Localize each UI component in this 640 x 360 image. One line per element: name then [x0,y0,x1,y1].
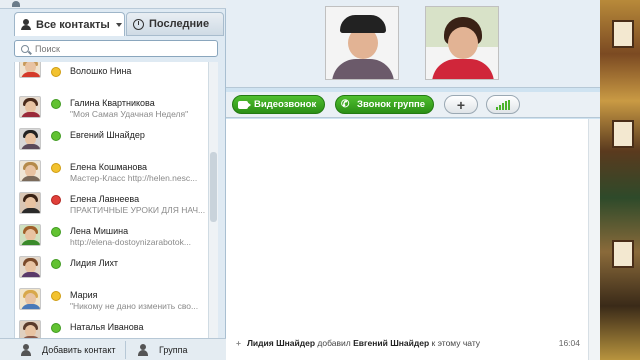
contact-name: Лена Мишина [70,226,129,236]
call-toolbar: Видеозвонок ✆ Звонок группе + [226,92,600,118]
status-away-icon [51,67,61,77]
message-action: добавил [317,338,351,348]
group-icon [137,344,151,356]
tab-recent-label: Последние [149,18,210,30]
message-time: 16:04 [558,338,580,348]
plus-icon: + [456,96,466,113]
contact-name: Евгений Шнайдер [70,130,145,140]
desktop-background [600,0,640,360]
contact-tabs: Все контакты Последние [14,12,224,36]
add-contact-label: Добавить контакт [42,345,116,355]
list-item[interactable]: Лена Мишина http://elena-dostoynizarabot… [15,222,208,254]
avatar [19,192,41,214]
clock-icon [133,18,144,30]
chat-history [226,119,600,360]
scrollbar-thumb[interactable] [210,152,217,222]
status-away-icon [51,291,61,301]
contact-name: Елена Кошманова [70,162,148,172]
avatar [19,160,41,182]
status-online-icon [51,99,61,109]
search-input[interactable] [35,43,205,54]
plus-icon: + [236,338,241,348]
divider [125,341,126,359]
tab-all-contacts[interactable]: Все контакты [14,12,125,36]
group-call-label: Звонок группе [357,99,426,110]
status-online-icon [51,227,61,237]
add-contact-button[interactable]: Добавить контакт [20,343,115,357]
group-call-button[interactable]: ✆ Звонок группе [335,95,435,114]
tab-all-contacts-label: Все контакты [36,18,110,31]
call-quality-button[interactable] [486,95,520,114]
profile-icon[interactable] [12,1,20,7]
person-icon [21,19,31,30]
participant-photo[interactable] [325,6,399,80]
participant-photo[interactable] [425,6,499,80]
list-item[interactable]: Мария "Никому не дано изменить сво... [15,286,208,318]
search-box[interactable] [14,40,218,57]
list-item[interactable]: Волошко Нина [15,62,208,94]
contact-mood: ПРАКТИЧНЫЕ УРОКИ ДЛЯ НАЧ... [70,205,205,215]
group-label: Группа [159,345,188,355]
contact-name: Волошко Нина [70,66,132,76]
video-call-label: Видеозвонок [254,99,317,110]
add-person-icon [20,344,34,356]
search-icon [21,44,29,53]
status-online-icon [51,259,61,269]
contact-mood: "Моя Самая Удачная Неделя" [70,109,189,119]
message-text: Лидия Шнайдер добавил Евгений Шнайдер к … [247,338,480,348]
avatar [19,128,41,150]
contact-mood: Мастер-Класс http://helen.nesc... [70,173,198,183]
tab-recent[interactable]: Последние [126,12,224,36]
participants-area [226,0,600,88]
avatar [19,288,41,310]
status-away-icon [51,163,61,173]
contact-name: Наталья Иванова [70,322,144,332]
video-call-button[interactable]: Видеозвонок [232,95,326,114]
list-item[interactable]: Наталья Иванова [15,318,208,338]
chat-scrollbar[interactable] [588,119,600,360]
avatar [19,62,41,78]
list-item[interactable]: Галина Квартникова "Моя Самая Удачная Не… [15,94,208,126]
avatar [19,224,41,246]
contacts-panel: Все контакты Последние Волошко Нина Гали… [0,0,226,360]
contact-name: Елена Лавнеева [70,194,140,204]
message-actor: Лидия Шнайдер [246,338,316,348]
group-button[interactable]: Группа [137,343,188,357]
contact-name: Мария [70,290,98,300]
top-strip [0,0,226,9]
contact-mood: "Никому не дано изменить сво... [70,301,199,311]
chevron-down-icon[interactable] [115,22,122,27]
phone-icon: ✆ [341,98,350,110]
video-camera-icon [238,100,251,109]
contact-name: Лидия Лихт [70,258,119,268]
bottom-bar: Добавить контакт Группа [0,338,226,360]
contact-list-scrollbar[interactable] [208,62,218,338]
message-target: Евгений Шнайдер [353,338,430,348]
avatar [19,256,41,278]
message-suffix: к этому чату [431,338,481,348]
list-item[interactable]: Евгений Шнайдер [15,126,208,158]
contact-list: Волошко Нина Галина Квартникова "Моя Сам… [14,62,208,338]
avatar [19,320,41,338]
status-online-icon [51,131,61,141]
add-button[interactable]: + [444,95,478,114]
contact-mood: http://elena-dostoynizarabotok... [70,237,191,247]
contact-name: Галина Квартникова [70,98,155,108]
signal-bars-icon [496,99,510,110]
avatar [19,96,41,118]
status-online-icon [51,323,61,333]
status-busy-icon [51,195,61,205]
list-item[interactable]: Елена Кошманова Мастер-Класс http://hele… [15,158,208,190]
list-item[interactable]: Елена Лавнеева ПРАКТИЧНЫЕ УРОКИ ДЛЯ НАЧ.… [15,190,208,222]
list-item[interactable]: Лидия Лихт [15,254,208,286]
system-message: + Лидия Шнайдер добавил Евгений Шнайдер … [236,336,586,350]
